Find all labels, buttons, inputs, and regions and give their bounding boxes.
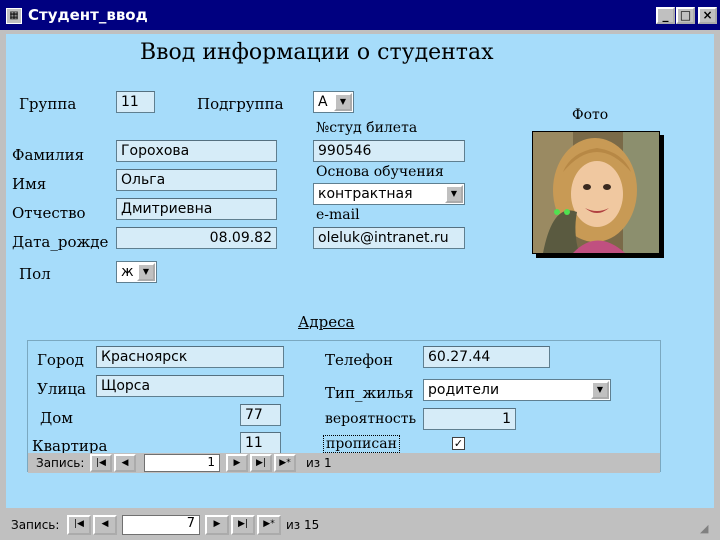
apartment-field[interactable]: 11 — [240, 432, 281, 454]
phone-field[interactable]: 60.27.44 — [423, 346, 550, 368]
birth-date-field[interactable]: 08.09.82 — [116, 227, 277, 249]
sex-label: Пол — [19, 265, 51, 283]
last-record-icon[interactable]: ▶| — [250, 454, 272, 472]
next-record-icon[interactable]: ▶ — [205, 515, 229, 535]
chevron-down-icon[interactable]: ▼ — [591, 381, 609, 399]
city-field[interactable]: Красноярск — [96, 346, 284, 368]
patronymic-field[interactable]: Дмитриевна — [116, 198, 277, 220]
close-button[interactable]: × — [698, 7, 717, 24]
form-icon[interactable]: ▦ — [6, 8, 22, 24]
subgroup-value: А — [318, 94, 328, 110]
new-record-icon[interactable]: ▶* — [257, 515, 281, 535]
surname-field[interactable]: Горохова — [116, 140, 277, 162]
chevron-down-icon[interactable]: ▼ — [137, 263, 155, 281]
housing-type-combo[interactable]: родители ▼ — [423, 379, 611, 401]
subform-nav-label: Запись: — [36, 456, 85, 470]
patronymic-label: Отчество — [12, 204, 86, 222]
registered-checkbox[interactable]: ✓ — [452, 437, 465, 450]
main-record-field[interactable]: 7 — [122, 515, 200, 535]
study-basis-value: контрактная — [318, 186, 413, 202]
main-nav-label: Запись: — [11, 518, 60, 532]
chevron-down-icon[interactable]: ▼ — [445, 185, 463, 203]
minimize-button[interactable]: _ — [656, 7, 675, 24]
housing-type-label: Тип_жилья — [325, 384, 414, 402]
next-record-icon[interactable]: ▶ — [226, 454, 248, 472]
study-basis-label: Основа обучения — [316, 164, 444, 180]
first-record-icon[interactable]: |◀ — [67, 515, 91, 535]
street-field[interactable]: Щорса — [96, 375, 284, 397]
subform-record-field[interactable]: 1 — [144, 454, 220, 472]
main-nav-count: из 15 — [286, 518, 320, 532]
phone-label: Телефон — [325, 351, 394, 369]
group-field[interactable]: 11 — [116, 91, 155, 113]
probability-field[interactable]: 1 — [423, 408, 516, 430]
name-field[interactable]: Ольга — [116, 169, 277, 191]
sex-value: ж — [121, 264, 134, 280]
last-record-icon[interactable]: ▶| — [231, 515, 255, 535]
address-heading: Адреса — [298, 313, 355, 331]
email-field[interactable]: oleluk@intranet.ru — [313, 227, 465, 249]
group-label: Группа — [19, 95, 77, 113]
first-record-icon[interactable]: |◀ — [90, 454, 112, 472]
house-field[interactable]: 77 — [240, 404, 281, 426]
student-photo — [532, 131, 660, 254]
form-title: Ввод информации о студентах — [140, 40, 494, 65]
maximize-button[interactable]: □ — [676, 7, 695, 24]
birth-date-label: Дата_рожде — [12, 233, 109, 251]
resize-grip-icon[interactable]: ◢ — [700, 522, 718, 538]
house-label: Дом — [40, 409, 73, 427]
probability-label: вероятность — [325, 411, 417, 427]
study-basis-combo[interactable]: контрактная ▼ — [313, 183, 465, 205]
subgroup-combo[interactable]: А ▼ — [313, 91, 354, 113]
name-label: Имя — [12, 175, 47, 193]
main-nav: Запись: |◀ ◀ 7 ▶ ▶| ▶* из 15 ◢ — [0, 510, 720, 540]
photo-label: Фото — [572, 107, 609, 123]
sex-combo[interactable]: ж ▼ — [116, 261, 157, 283]
student-card-label: №студ билета — [316, 120, 418, 136]
street-label: Улица — [37, 380, 86, 398]
subgroup-label: Подгруппа — [197, 95, 284, 113]
window-title: Студент_ввод — [28, 6, 148, 24]
prev-record-icon[interactable]: ◀ — [93, 515, 117, 535]
surname-label: Фамилия — [12, 146, 85, 164]
new-record-icon[interactable]: ▶* — [274, 454, 296, 472]
subform-nav: Запись: |◀ ◀ 1 ▶ ▶| ▶* из 1 — [28, 453, 660, 473]
subform-nav-count: из 1 — [306, 456, 332, 470]
chevron-down-icon[interactable]: ▼ — [334, 93, 352, 111]
prev-record-icon[interactable]: ◀ — [114, 454, 136, 472]
email-label: e-mail — [316, 207, 360, 223]
housing-type-value: родители — [428, 382, 500, 398]
registered-label: прописан — [323, 435, 400, 453]
city-label: Город — [37, 351, 84, 369]
student-card-field[interactable]: 990546 — [313, 140, 465, 162]
window-titlebar[interactable]: ▦ Студент_ввод _ □ × — [0, 0, 720, 30]
